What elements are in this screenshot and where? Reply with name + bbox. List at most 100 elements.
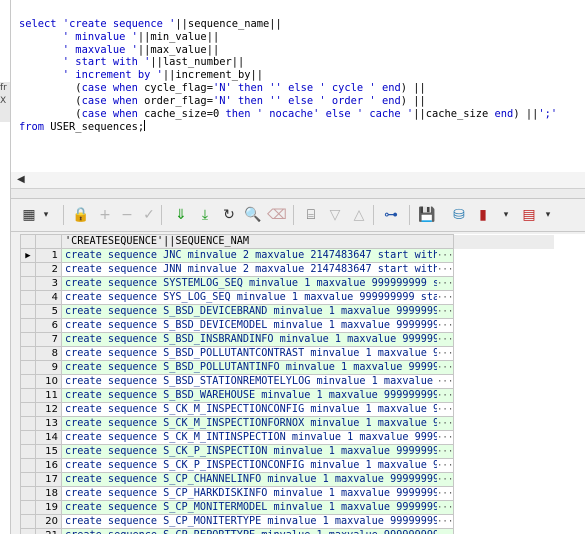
cell-value[interactable]: create sequence SYSTEMLOG_SEQ minvalue 1… (61, 276, 454, 291)
cell-ellipsis-button[interactable]: ··· (437, 307, 453, 317)
query-by-example-icon[interactable]: ⌸ (301, 205, 321, 225)
row-indicator[interactable] (20, 472, 36, 487)
filter-up-icon[interactable]: △ (349, 205, 369, 225)
table-row[interactable]: 21create sequence S_CP_REPORTTYPE minval… (20, 528, 555, 534)
table-row[interactable]: 19 create sequence S_CP_MONITERMODEL minv… (20, 500, 555, 515)
chart-icon[interactable]: ▮ (473, 205, 493, 225)
table-row[interactable]: 7 create sequence S_BSD_INSBRANDINFO minv… (20, 332, 555, 347)
table-row[interactable]: 16 create sequence S_CK_P_INSPECTIONCONFI… (20, 458, 555, 473)
delete-record-icon[interactable]: − (117, 205, 137, 225)
cell-value[interactable]: create sequence S_BSD_DEVICEMODEL minval… (61, 318, 454, 333)
cell-ellipsis-button[interactable]: ··· (437, 265, 453, 275)
cell-ellipsis-button[interactable]: ··· (437, 349, 453, 359)
post-changes-icon[interactable]: ✓ (139, 205, 159, 225)
scroll-left-icon[interactable]: ◀ (17, 174, 25, 185)
cell-value[interactable]: create sequence S_BSD_POLLUTANTINFO minv… (61, 360, 454, 375)
cell-value[interactable]: create sequence S_CP_MONITERTYPE minvalu… (61, 514, 454, 529)
table-row[interactable]: 20 create sequence S_CP_MONITERTYPE minva… (20, 514, 555, 529)
pane-splitter[interactable] (11, 189, 585, 199)
table-row[interactable]: 6 create sequence S_BSD_DEVICEMODEL minva… (20, 318, 555, 333)
dropdown-arrow-icon[interactable]: ▾ (543, 205, 553, 225)
cell-value[interactable]: create sequence SYS_LOG_SEQ minvalue 1 m… (61, 290, 454, 305)
cell-ellipsis-button[interactable]: ··· (437, 321, 453, 331)
table-row[interactable]: 8 create sequence S_BSD_POLLUTANTCONTRAST… (20, 346, 555, 361)
row-indicator[interactable] (20, 332, 36, 347)
cell-value[interactable]: create sequence S_BSD_INSBRANDINFO minva… (61, 332, 454, 347)
clear-icon[interactable]: ⌫ (267, 205, 287, 225)
table-row[interactable]: 9 create sequence S_BSD_POLLUTANTINFO min… (20, 360, 555, 375)
table-row[interactable]: 14 create sequence S_CK_M_INTINSPECTION m… (20, 430, 555, 445)
row-indicator[interactable] (20, 276, 36, 291)
row-indicator[interactable] (20, 402, 36, 417)
cell-value[interactable]: create sequence S_CK_M_INTINSPECTION min… (61, 430, 454, 445)
sql-text[interactable]: select 'create sequence '||sequence_name… (19, 18, 557, 134)
refresh-icon[interactable]: ↻ (219, 205, 239, 225)
dropdown-arrow-icon[interactable]: ▾ (41, 205, 51, 225)
cell-ellipsis-button[interactable]: ··· (437, 517, 453, 527)
table-row[interactable]: 4 create sequence SYS_LOG_SEQ minvalue 1 … (20, 290, 555, 305)
row-indicator[interactable] (20, 262, 36, 277)
find-icon[interactable]: 🔍 (243, 205, 263, 225)
cell-ellipsis-button[interactable]: ··· (437, 433, 453, 443)
row-indicator[interactable] (20, 528, 36, 534)
fetch-next-icon[interactable]: ⇓ (171, 205, 191, 225)
cell-value[interactable]: create sequence S_CP_MONITERMODEL minval… (61, 500, 454, 515)
lock-icon[interactable]: 🔒 (71, 205, 91, 225)
cell-ellipsis-button[interactable]: ··· (437, 293, 453, 303)
row-indicator[interactable] (20, 318, 36, 333)
row-indicator[interactable] (20, 458, 36, 473)
cell-value[interactable]: create sequence JNC minvalue 2 maxvalue … (61, 248, 454, 263)
structure-icon[interactable]: ⊶ (381, 205, 401, 225)
cell-value[interactable]: create sequence S_CP_HARKDISKINFO minval… (61, 486, 454, 501)
cell-value[interactable]: create sequence S_CK_P_INSPECTIONCONFIG … (61, 458, 454, 473)
cell-ellipsis-button[interactable]: ··· (437, 461, 453, 471)
add-record-icon[interactable]: + (95, 205, 115, 225)
cell-ellipsis-button[interactable]: ··· (437, 251, 453, 261)
table-row[interactable]: ▶ 1 create sequence JNC minvalue 2 maxvalu… (20, 248, 555, 263)
table-row[interactable]: 12 create sequence S_CK_M_INSPECTIONCONFI… (20, 402, 555, 417)
row-indicator[interactable] (20, 346, 36, 361)
grid-options-icon[interactable]: ▦ (19, 205, 39, 225)
cell-ellipsis-button[interactable]: ··· (437, 447, 453, 457)
row-indicator[interactable] (20, 360, 36, 375)
dropdown-arrow-icon[interactable]: ▾ (501, 205, 511, 225)
table-row[interactable]: 17 create sequence S_CP_CHANNELINFO minva… (20, 472, 555, 487)
table-row[interactable]: 10 create sequence S_BSD_STATIONREMOTELYL… (20, 374, 555, 389)
table-row[interactable]: 13 create sequence S_CK_M_INSPECTIONFORNO… (20, 416, 555, 431)
save-icon[interactable]: 💾 (417, 205, 437, 225)
row-indicator[interactable] (20, 430, 36, 445)
table-row[interactable]: 18 create sequence S_CP_HARKDISKINFO minv… (20, 486, 555, 501)
table-export-icon[interactable]: ▤ (519, 205, 539, 225)
cell-ellipsis-button[interactable]: ··· (437, 279, 453, 289)
row-indicator[interactable]: ▶ (20, 248, 36, 263)
cell-value[interactable]: create sequence S_CP_REPORTTYPE minvalue… (61, 528, 454, 534)
row-indicator[interactable] (20, 514, 36, 529)
cell-ellipsis-button[interactable]: ··· (437, 363, 453, 373)
horizontal-scrollbar[interactable]: ◀ (11, 172, 585, 189)
row-indicator[interactable] (20, 500, 36, 515)
cell-value[interactable]: create sequence S_BSD_WAREHOUSE minvalue… (61, 388, 454, 403)
cell-value[interactable]: create sequence JNN minvalue 2 maxvalue … (61, 262, 454, 277)
filter-down-icon[interactable]: ▽ (325, 205, 345, 225)
cell-ellipsis-button[interactable]: ··· (437, 405, 453, 415)
table-row[interactable]: 5 create sequence S_BSD_DEVICEBRAND minva… (20, 304, 555, 319)
sql-editor[interactable]: select 'create sequence '||sequence_name… (11, 0, 585, 173)
table-row[interactable]: 15 create sequence S_CK_P_INSPECTION minv… (20, 444, 555, 459)
row-indicator[interactable] (20, 374, 36, 389)
row-indicator[interactable] (20, 290, 36, 305)
cell-ellipsis-button[interactable]: ··· (437, 475, 453, 485)
cell-ellipsis-button[interactable]: ··· (437, 335, 453, 345)
cell-value[interactable]: create sequence S_CK_M_INSPECTIONCONFIG … (61, 402, 454, 417)
cell-value[interactable]: create sequence S_CK_P_INSPECTION minval… (61, 444, 454, 459)
cell-value[interactable]: create sequence S_CK_M_INSPECTIONFORNOX … (61, 416, 454, 431)
table-row[interactable]: 3 create sequence SYSTEMLOG_SEQ minvalue … (20, 276, 555, 291)
results-grid[interactable]: 'CREATESEQUENCE'||SEQUENCE_NAM ▶ 1 create … (20, 234, 585, 534)
column-header[interactable]: 'CREATESEQUENCE'||SEQUENCE_NAM (61, 234, 454, 249)
cell-ellipsis-button[interactable]: ··· (437, 489, 453, 499)
row-indicator[interactable] (20, 304, 36, 319)
cell-ellipsis-button[interactable]: ··· (437, 391, 453, 401)
row-indicator[interactable] (20, 486, 36, 501)
cell-value[interactable]: create sequence S_CP_CHANNELINFO minvalu… (61, 472, 454, 487)
cell-value[interactable]: create sequence S_BSD_STATIONREMOTELYLOG… (61, 374, 454, 389)
export-icon[interactable]: ⛁ (449, 205, 469, 225)
